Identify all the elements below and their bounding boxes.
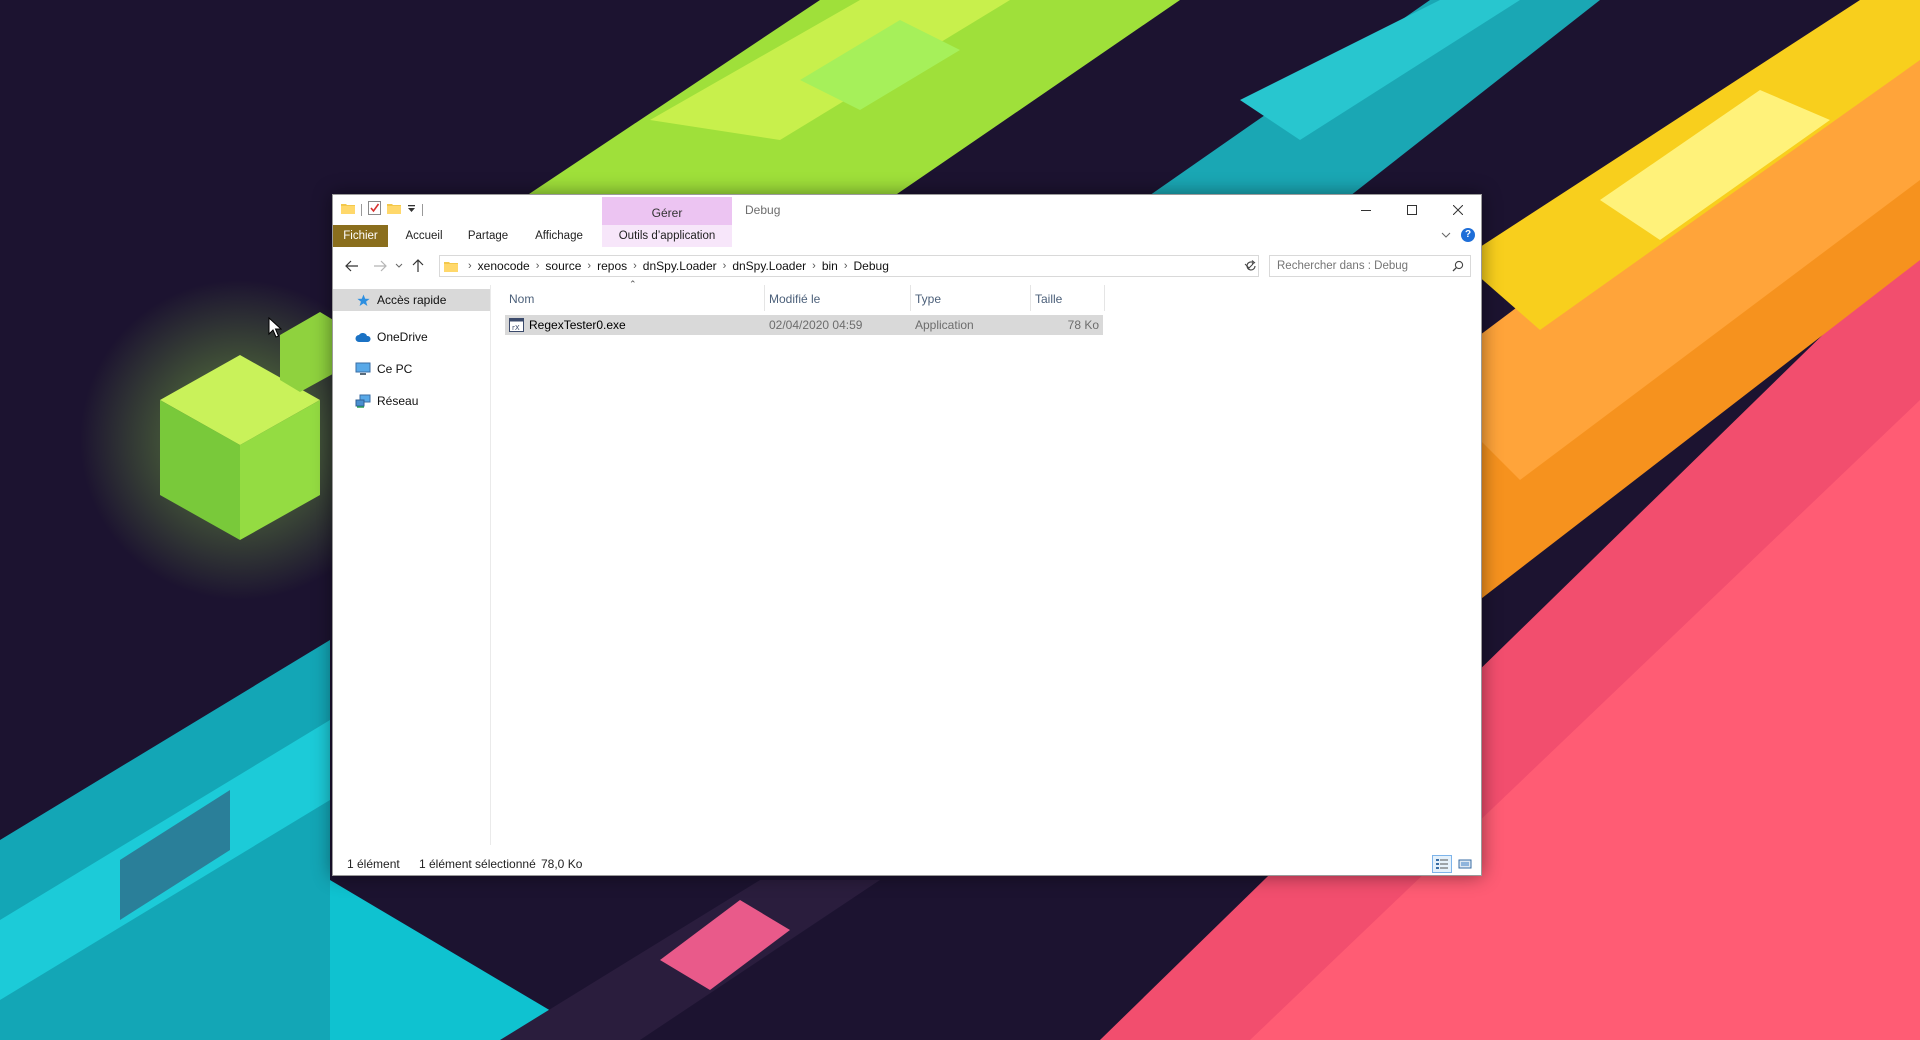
column-header-name[interactable]: Nom [505, 285, 765, 311]
tab-outils-application[interactable]: Outils d’application [602, 225, 732, 247]
customize-qat-icon[interactable] [407, 203, 416, 217]
maximize-button[interactable] [1389, 195, 1435, 225]
context-tab-group-label: Gérer [602, 197, 732, 225]
arrow-up-icon [412, 259, 424, 272]
chevron-right-icon[interactable]: › [723, 260, 727, 272]
breadcrumb: › xenocode › source › repos › dnSpy.Load… [462, 259, 889, 273]
search-box[interactable] [1269, 255, 1471, 277]
view-switcher [1432, 855, 1475, 873]
search-icon [1452, 260, 1464, 275]
chevron-right-icon[interactable]: › [536, 260, 540, 272]
arrow-right-icon [374, 260, 387, 272]
window-title: Debug [745, 203, 781, 217]
nav-item-this-pc[interactable]: Ce PC [333, 353, 490, 385]
breadcrumb-item-repos[interactable]: repos [597, 259, 627, 273]
mouse-cursor [268, 316, 283, 342]
maximize-icon [1407, 205, 1417, 215]
breadcrumb-item-bin[interactable]: bin [822, 259, 838, 273]
ribbon-tabs: Fichier Accueil Partage Affichage Outils… [333, 225, 1481, 247]
breadcrumb-item-debug[interactable]: Debug [854, 259, 889, 273]
chevron-down-icon [395, 263, 403, 268]
exe-file-icon: rX [509, 318, 524, 335]
folder-icon [444, 260, 458, 272]
breadcrumb-item-dnspy-loader[interactable]: dnSpy.Loader [643, 259, 717, 273]
properties-icon[interactable] [368, 201, 381, 218]
chevron-right-icon: › [468, 260, 472, 272]
nav-item-network[interactable]: Réseau [333, 385, 490, 417]
column-header-type[interactable]: Type [911, 285, 1031, 311]
chevron-right-icon[interactable]: › [844, 260, 848, 272]
large-icons-view-icon [1458, 859, 1472, 869]
tab-affichage[interactable]: Affichage [523, 225, 595, 247]
computer-icon [355, 361, 371, 377]
explorer-window: Gérer Debug Fichier Accueil Partage Affi… [332, 194, 1482, 876]
file-list: ⌃ Nom Modifié le Type Taille rX RegexTes… [505, 279, 1475, 845]
expand-ribbon-button[interactable] [1441, 228, 1451, 242]
network-icon [355, 393, 371, 409]
file-name: RegexTester0.exe [529, 318, 626, 332]
minimize-icon [1361, 210, 1371, 211]
help-icon[interactable]: ? [1461, 228, 1475, 242]
details-view-icon [1436, 859, 1448, 869]
address-bar[interactable]: › xenocode › source › repos › dnSpy.Load… [439, 255, 1259, 277]
column-headers: ⌃ Nom Modifié le Type Taille [505, 279, 1125, 311]
status-selection-size: 78,0 Ko [541, 857, 583, 871]
nav-item-onedrive[interactable]: OneDrive [333, 321, 490, 353]
status-bar: 1 élément 1 élément sélectionné 78,0 Ko [333, 853, 1481, 875]
nav-item-label: Ce PC [377, 362, 413, 376]
refresh-button[interactable] [1241, 255, 1261, 277]
qat-separator [422, 203, 423, 216]
status-selection: 1 élément sélectionné [419, 857, 536, 871]
back-button[interactable] [343, 257, 361, 275]
chevron-right-icon[interactable]: › [633, 260, 637, 272]
tab-accueil[interactable]: Accueil [393, 225, 455, 247]
file-modified: 02/04/2020 04:59 [769, 318, 863, 332]
title-bar: Gérer Debug [333, 195, 1481, 225]
window-controls [1343, 195, 1481, 225]
tab-partage[interactable]: Partage [457, 225, 519, 247]
close-icon [1453, 205, 1463, 215]
qat-separator [361, 203, 362, 216]
chevron-down-icon [1441, 232, 1451, 238]
close-button[interactable] [1435, 195, 1481, 225]
refresh-icon [1246, 260, 1256, 271]
folder-icon [341, 202, 355, 217]
svg-text:rX: rX [512, 324, 520, 332]
navigation-bar: › xenocode › source › repos › dnSpy.Load… [333, 251, 1481, 281]
nav-item-label: Accès rapide [377, 293, 447, 307]
tab-fichier[interactable]: Fichier [333, 225, 388, 247]
quick-access-toolbar [341, 201, 423, 218]
chevron-right-icon[interactable]: › [812, 260, 816, 272]
minimize-button[interactable] [1343, 195, 1389, 225]
file-size: 78 Ko [1067, 318, 1099, 332]
status-item-count: 1 élément [347, 857, 400, 871]
up-button[interactable] [409, 257, 427, 275]
arrow-left-icon [345, 260, 358, 272]
details-view-button[interactable] [1432, 855, 1452, 873]
nav-item-label: Réseau [377, 394, 419, 408]
chevron-right-icon[interactable]: › [587, 260, 591, 272]
navigation-pane: Accès rapide OneDrive Ce PC Réseau [333, 285, 491, 845]
search-input[interactable] [1270, 256, 1440, 276]
nav-item-quick-access[interactable]: Accès rapide [333, 289, 490, 311]
column-header-modified[interactable]: Modifié le [765, 285, 911, 311]
breadcrumb-item-source[interactable]: source [545, 259, 581, 273]
cloud-icon [355, 329, 371, 345]
file-type: Application [915, 318, 974, 332]
column-header-size[interactable]: Taille [1031, 285, 1105, 311]
nav-item-label: OneDrive [377, 330, 428, 344]
large-icons-view-button[interactable] [1455, 855, 1475, 873]
cursor-arrow-icon [268, 316, 283, 338]
breadcrumb-item-dnspy-loader-project[interactable]: dnSpy.Loader [732, 259, 806, 273]
star-icon [355, 292, 371, 308]
recent-locations-button[interactable] [393, 257, 405, 275]
ribbon-right-controls: ? [1441, 228, 1475, 242]
new-folder-icon[interactable] [387, 202, 401, 217]
forward-button[interactable] [371, 257, 389, 275]
table-row[interactable]: rX RegexTester0.exe 02/04/2020 04:59 App… [505, 315, 1103, 335]
breadcrumb-item-xenocode[interactable]: xenocode [478, 259, 530, 273]
